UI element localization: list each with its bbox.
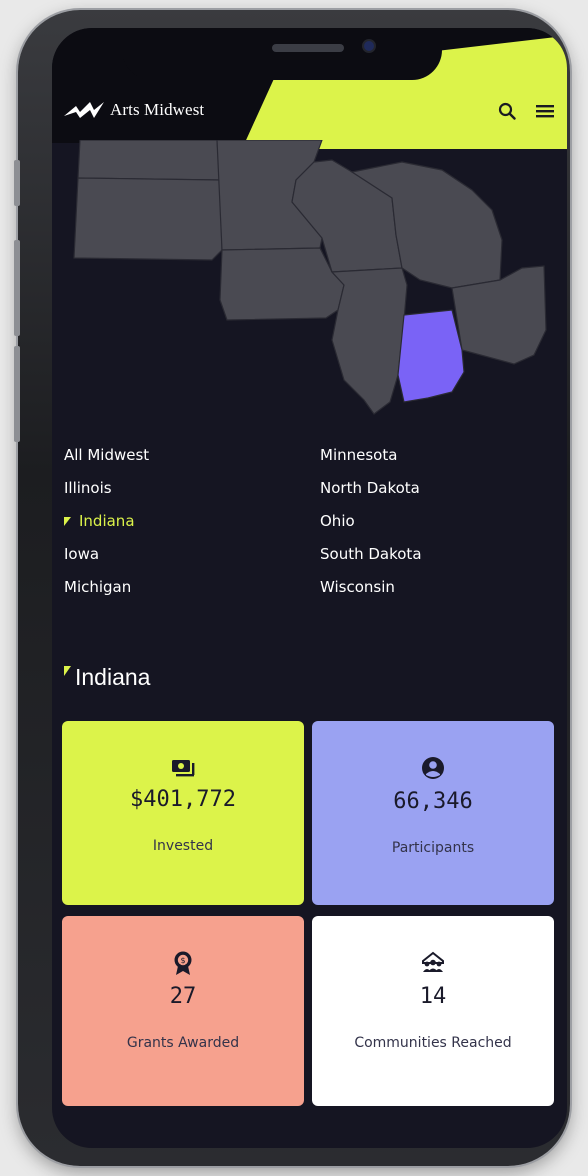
phone-screen: Arts Midwest All Midwest Minnesota Illin… bbox=[52, 28, 567, 1148]
state-link-south-dakota[interactable]: South Dakota bbox=[320, 543, 520, 566]
phone-volume-button bbox=[14, 346, 20, 442]
section-title: Indiana bbox=[64, 664, 150, 691]
user-icon bbox=[422, 757, 444, 779]
stat-value: 14 bbox=[419, 984, 447, 1009]
brand-name: Arts Midwest bbox=[110, 100, 205, 119]
state-north-dakota bbox=[77, 140, 221, 181]
money-icon bbox=[172, 760, 195, 777]
phone-volume-button bbox=[14, 240, 20, 336]
stat-card-participants: 66,346 Participants bbox=[312, 721, 554, 905]
state-link-ohio[interactable]: Ohio bbox=[320, 510, 520, 533]
phone-notch bbox=[122, 28, 442, 80]
hamburger-menu-icon[interactable] bbox=[536, 104, 554, 118]
stat-label: Invested bbox=[152, 838, 214, 854]
state-link-wisconsin[interactable]: Wisconsin bbox=[320, 576, 520, 599]
state-south-dakota bbox=[73, 177, 223, 261]
state-link-michigan[interactable]: Michigan bbox=[64, 576, 320, 599]
stat-value: 27 bbox=[169, 984, 197, 1009]
stat-value: 66,346 bbox=[393, 789, 473, 814]
stat-label: Communities Reached bbox=[354, 1035, 512, 1051]
svg-text:$: $ bbox=[180, 956, 185, 965]
award-badge-icon: $ bbox=[174, 951, 192, 975]
arts-midwest-logo-mark bbox=[64, 102, 104, 118]
state-link-all-midwest[interactable]: All Midwest bbox=[64, 444, 320, 467]
title-marker-icon bbox=[64, 666, 71, 676]
state-link-indiana[interactable]: Indiana bbox=[64, 510, 320, 533]
community-icon bbox=[422, 951, 444, 972]
stat-card-grants: $ 27 Grants Awarded bbox=[62, 916, 304, 1106]
state-link-north-dakota[interactable]: North Dakota bbox=[320, 477, 520, 500]
state-link-iowa[interactable]: Iowa bbox=[64, 543, 320, 566]
search-icon[interactable] bbox=[498, 102, 516, 120]
section-title-text: Indiana bbox=[75, 664, 151, 690]
stat-label: Participants bbox=[391, 840, 475, 856]
stat-card-invested: $401,772 Invested bbox=[62, 721, 304, 905]
selected-marker-icon bbox=[64, 517, 71, 526]
state-indiana bbox=[397, 309, 465, 403]
earpiece-speaker bbox=[272, 44, 344, 52]
state-selector-list: All Midwest Minnesota Illinois North Dak… bbox=[64, 444, 524, 599]
midwest-map bbox=[73, 140, 547, 415]
stat-value: $401,772 bbox=[130, 787, 236, 812]
state-illinois bbox=[330, 267, 408, 415]
stat-label: Grants Awarded bbox=[126, 1035, 240, 1051]
state-link-illinois[interactable]: Illinois bbox=[64, 477, 320, 500]
front-camera bbox=[364, 41, 374, 51]
state-iowa bbox=[219, 247, 345, 321]
stat-card-communities: 14 Communities Reached bbox=[312, 916, 554, 1106]
state-link-minnesota[interactable]: Minnesota bbox=[320, 444, 520, 467]
phone-side-button bbox=[14, 160, 20, 206]
brand-logo[interactable]: Arts Midwest bbox=[64, 100, 204, 120]
